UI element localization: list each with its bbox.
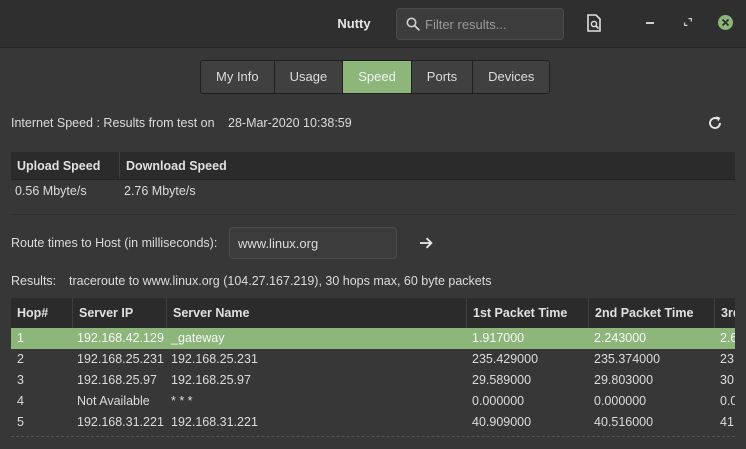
close-icon xyxy=(721,18,730,27)
speed-table-header: Upload Speed Download Speed xyxy=(11,152,735,180)
cell-packet2: 2.243000 xyxy=(594,331,647,345)
refresh-icon[interactable] xyxy=(707,115,723,131)
cell-server-ip: Not Available xyxy=(77,394,150,408)
table-row[interactable]: 1 192.168.42.129 _gateway 1.917000 2.243… xyxy=(11,328,735,349)
cell-server-name: 192.168.25.231 xyxy=(171,352,258,366)
tab-bar: My Info Usage Speed Ports Devices xyxy=(200,60,551,94)
table-row[interactable]: 2 192.168.25.231 192.168.25.231 235.4290… xyxy=(11,349,735,370)
tab-ports[interactable]: Ports xyxy=(411,61,474,93)
speed-heading: Internet Speed : Results from test on xyxy=(11,116,215,130)
col-hop[interactable]: Hop# xyxy=(11,298,73,328)
cell-server-name: 192.168.25.97 xyxy=(171,373,251,387)
cell-packet3: 23 xyxy=(720,352,734,366)
cell-packet3: 0.0 xyxy=(720,394,735,408)
cell-packet1: 40.909000 xyxy=(472,415,532,429)
col-3rd-packet-time[interactable]: 3rd xyxy=(715,298,735,328)
search-box[interactable] xyxy=(396,8,564,40)
speed-table: Upload Speed Download Speed 0.56 Mbyte/s… xyxy=(11,152,735,202)
cell-server-name: 192.168.31.221 xyxy=(171,415,258,429)
report-icon[interactable] xyxy=(586,14,602,32)
route-label: Route times to Host (in milliseconds): xyxy=(11,236,218,250)
tab-devices[interactable]: Devices xyxy=(473,61,550,93)
minimize-icon[interactable] xyxy=(646,22,654,24)
cell-packet1: 235.429000 xyxy=(472,352,539,366)
col-server-ip[interactable]: Server IP xyxy=(73,298,167,328)
table-row[interactable]: 4 Not Available * * * 0.000000 0.000000 … xyxy=(11,391,735,412)
cell-server-ip: 192.168.25.231 xyxy=(77,352,164,366)
col-2nd-packet-time[interactable]: 2nd Packet Time xyxy=(589,298,715,328)
cell-hop: 5 xyxy=(17,415,24,429)
cell-packet2: 40.516000 xyxy=(594,415,654,429)
speed-timestamp: 28-Mar-2020 10:38:59 xyxy=(228,116,352,130)
cell-server-ip: 192.168.25.97 xyxy=(77,373,157,387)
host-input[interactable] xyxy=(229,227,397,259)
cell-server-ip: 192.168.31.221 xyxy=(77,415,164,429)
close-button[interactable] xyxy=(718,15,733,30)
tab-speed[interactable]: Speed xyxy=(343,61,412,93)
col-1st-packet-time[interactable]: 1st Packet Time xyxy=(467,298,589,328)
cell-packet3: 2.6 xyxy=(720,331,735,345)
cell-packet1: 29.589000 xyxy=(472,373,532,387)
col-server-name[interactable]: Server Name xyxy=(167,298,467,328)
app-title: Nutty xyxy=(337,16,371,31)
cell-packet2: 235.374000 xyxy=(594,352,661,366)
download-speed-header[interactable]: Download Speed xyxy=(120,152,735,179)
cell-server-ip: 192.168.42.129 xyxy=(77,331,164,345)
cell-hop: 1 xyxy=(17,331,24,345)
title-bar: Nutty xyxy=(0,0,746,48)
upload-speed-header[interactable]: Upload Speed xyxy=(11,152,120,179)
cell-packet2: 29.803000 xyxy=(594,373,654,387)
maximize-icon[interactable] xyxy=(684,18,692,26)
cell-packet3: 41. xyxy=(720,415,735,429)
search-icon xyxy=(406,17,420,31)
speed-table-row[interactable]: 0.56 Mbyte/s 2.76 Mbyte/s xyxy=(11,180,735,202)
table-bottom-border xyxy=(11,436,735,437)
download-speed-value: 2.76 Mbyte/s xyxy=(124,184,196,198)
results-text: traceroute to www.linux.org (104.27.167.… xyxy=(69,274,492,288)
cell-packet1: 0.000000 xyxy=(472,394,525,408)
cell-hop: 3 xyxy=(17,373,24,387)
cell-hop: 2 xyxy=(17,352,24,366)
cell-server-name: * * * xyxy=(171,394,193,408)
cell-packet3: 30. xyxy=(720,373,735,387)
tab-usage[interactable]: Usage xyxy=(274,61,344,93)
cell-packet2: 0.000000 xyxy=(594,394,647,408)
search-input[interactable] xyxy=(425,15,557,33)
upload-speed-value: 0.56 Mbyte/s xyxy=(15,184,87,198)
divider xyxy=(11,214,735,215)
cell-server-name: _gateway xyxy=(171,331,225,345)
arrow-right-icon[interactable] xyxy=(419,236,433,250)
cell-packet1: 1.917000 xyxy=(472,331,525,345)
table-row[interactable]: 3 192.168.25.97 192.168.25.97 29.589000 … xyxy=(11,370,735,391)
results-label: Results: xyxy=(11,274,57,288)
cell-hop: 4 xyxy=(17,394,24,408)
results-table-header: Hop# Server IP Server Name 1st Packet Ti… xyxy=(11,298,735,328)
table-row[interactable]: 5 192.168.31.221 192.168.31.221 40.90900… xyxy=(11,412,735,433)
tab-my-info[interactable]: My Info xyxy=(201,61,275,93)
results-table: Hop# Server IP Server Name 1st Packet Ti… xyxy=(11,298,735,436)
